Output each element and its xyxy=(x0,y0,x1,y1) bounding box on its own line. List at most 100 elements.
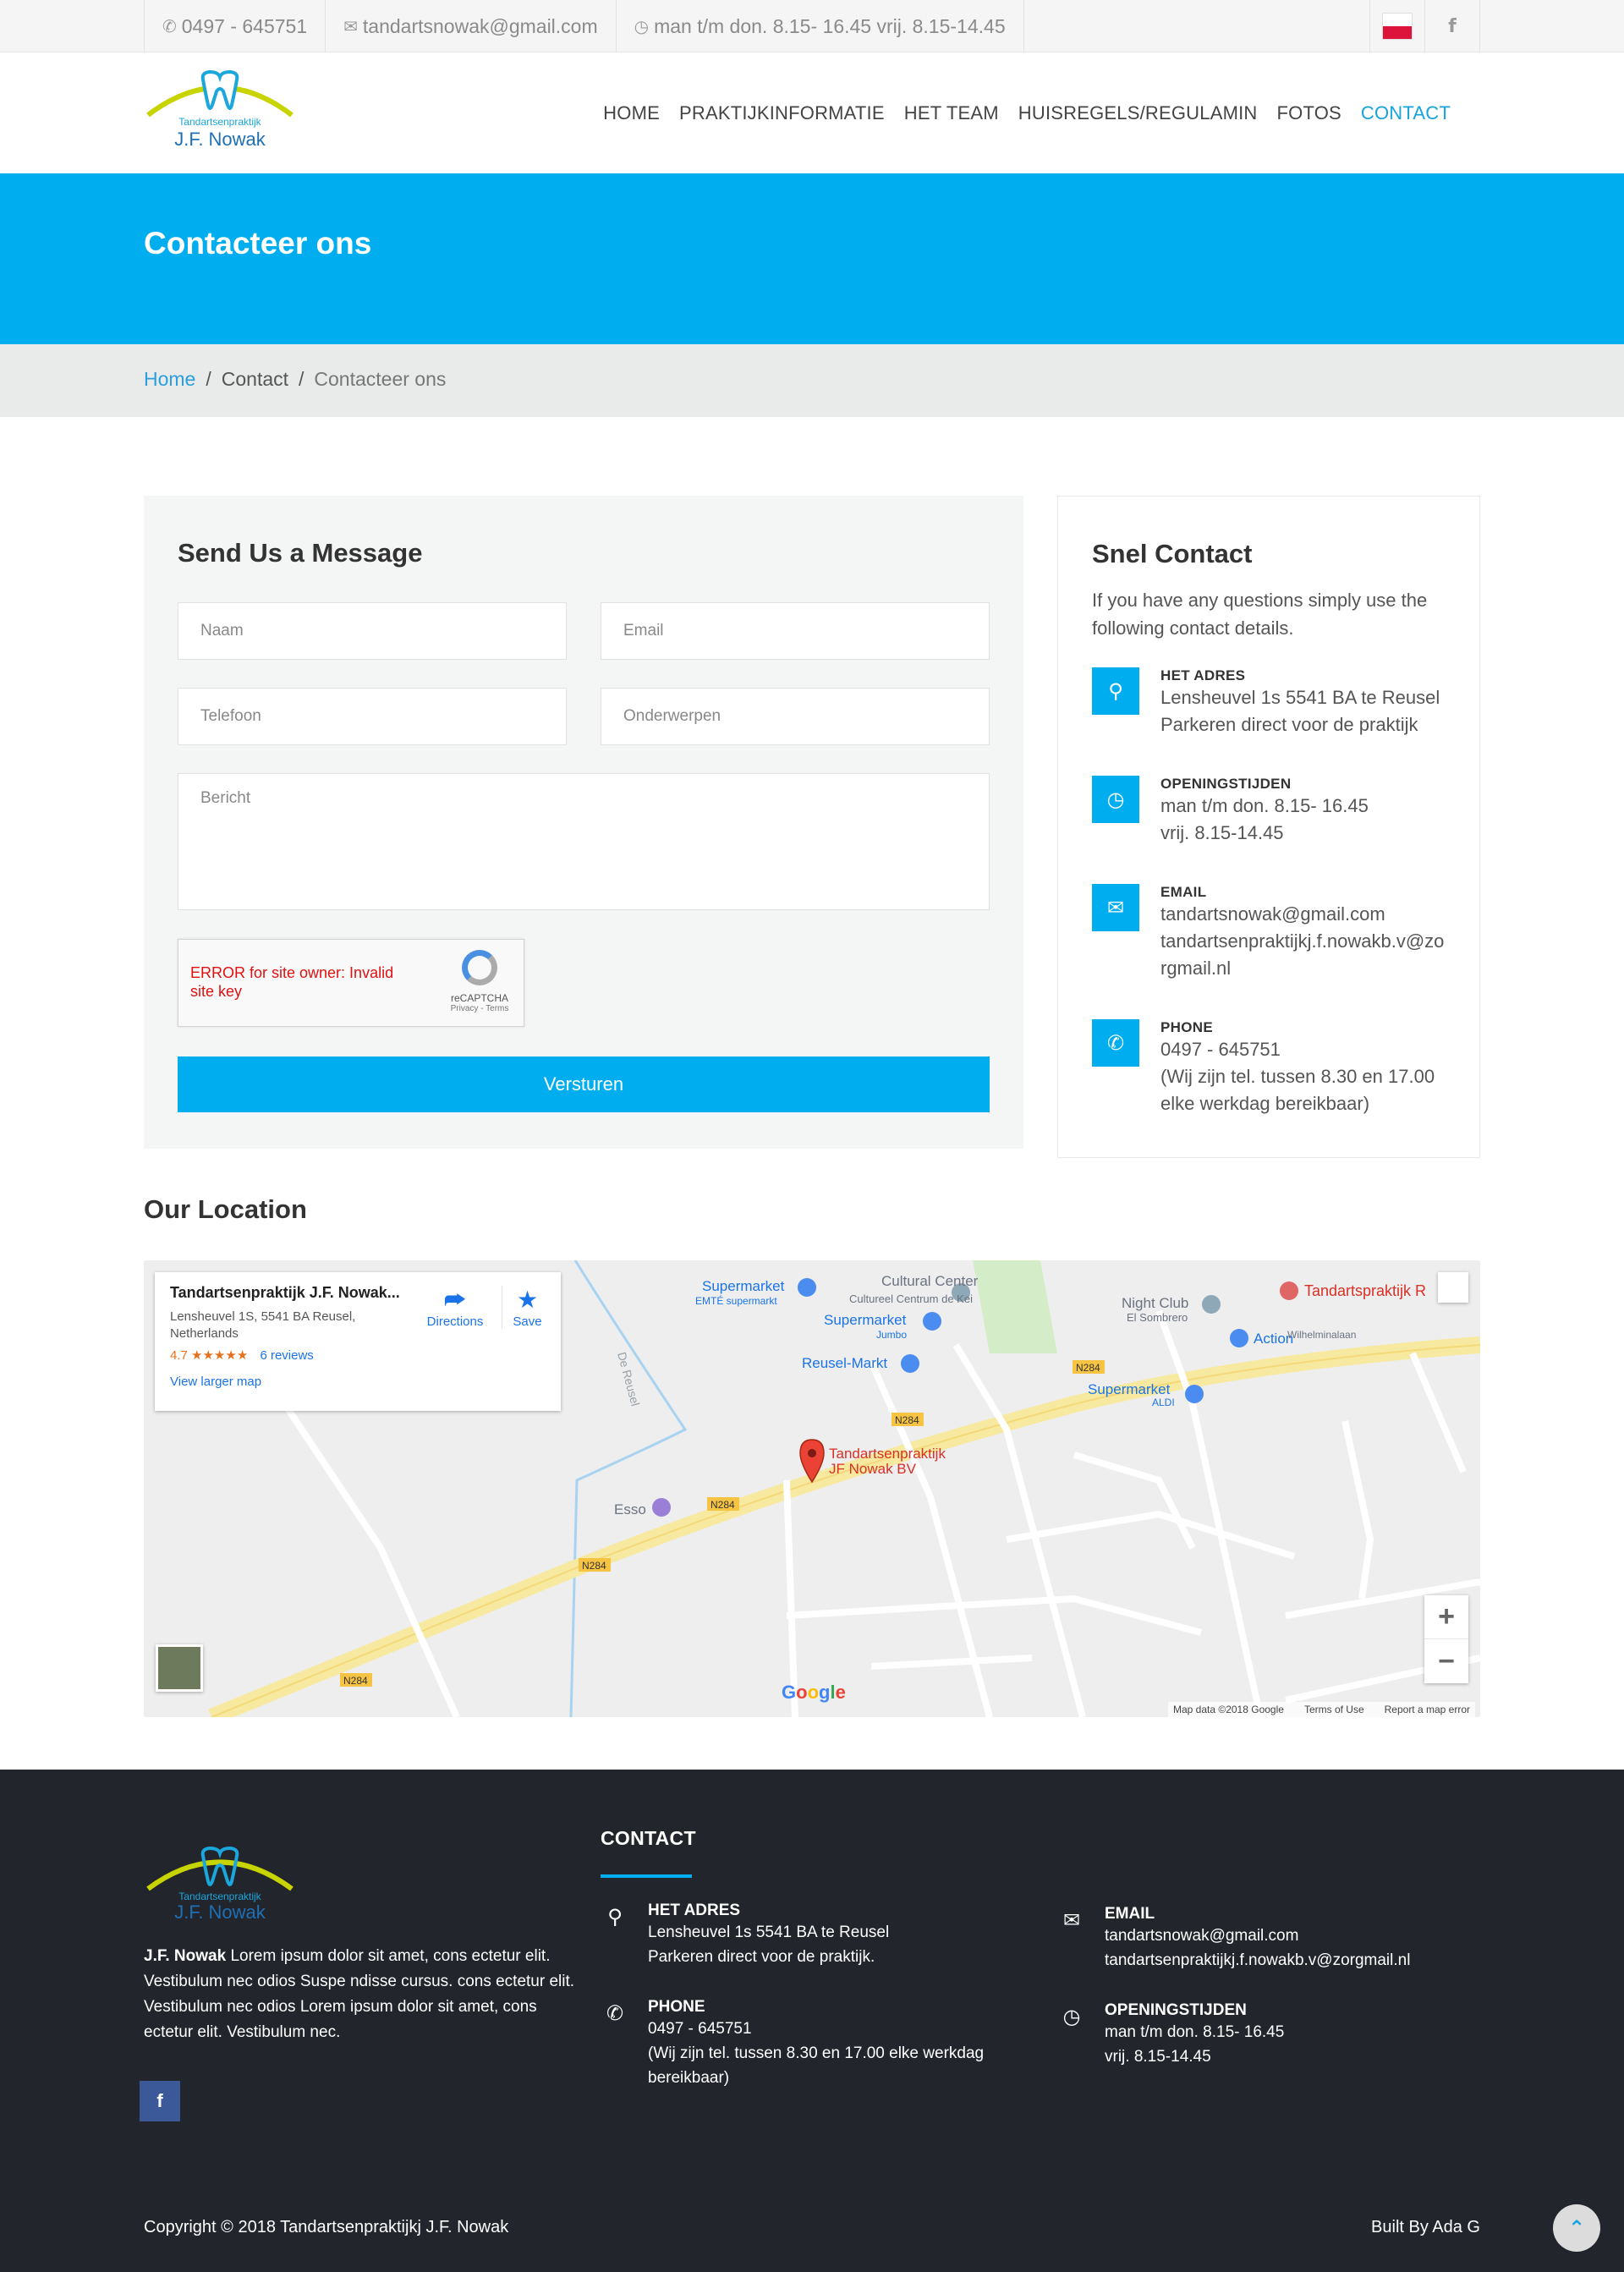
map-data-text: Map data ©2018 Google xyxy=(1173,1704,1284,1715)
email-link[interactable]: tandartsnowak@gmail.com xyxy=(1160,901,1448,928)
svg-text:Tandartsenpraktijk: Tandartsenpraktijk xyxy=(178,116,261,128)
recaptcha-error: ERROR for site owner: Invalid site key xyxy=(190,964,394,1000)
star-icons: ★★★★★ xyxy=(191,1348,249,1363)
phone-icon: ✆ xyxy=(606,2002,624,2025)
recaptcha-widget[interactable]: ERROR for site owner: Invalid site key r… xyxy=(178,939,524,1027)
clock-icon: ◷ xyxy=(634,17,650,36)
street-view-pegman-icon[interactable] xyxy=(1438,1272,1468,1303)
nav-contact[interactable]: CONTACT xyxy=(1361,102,1451,124)
recaptcha-links[interactable]: Privacy - Terms xyxy=(449,1004,510,1013)
phone-note: (Wij zijn tel. tussen 8.30 en 17.00 elke… xyxy=(1160,1066,1435,1114)
breadcrumb-contact[interactable]: Contact xyxy=(222,368,288,391)
footer-contact-title: CONTACT xyxy=(601,1827,696,1849)
zoom-controls: + − xyxy=(1424,1595,1468,1683)
place-address: Lensheuvel 1S, 5541 BA Reusel, Netherlan… xyxy=(170,1309,356,1341)
svg-text:ALDI: ALDI xyxy=(1152,1397,1175,1408)
facebook-link[interactable]: f xyxy=(1425,0,1480,52)
svg-text:El Sombrero: El Sombrero xyxy=(1127,1311,1188,1324)
svg-text:Cultureel Centrum de Kei: Cultureel Centrum de Kei xyxy=(849,1292,973,1305)
zoom-out-button[interactable]: − xyxy=(1424,1639,1468,1683)
envelope-icon: ✉ xyxy=(1062,1909,1081,1932)
terms-link[interactable]: Terms of Use xyxy=(1304,1704,1364,1715)
facebook-icon: f xyxy=(1448,15,1457,37)
address-line: Parkeren direct voor de praktijk xyxy=(1160,714,1418,735)
topbar-hours: ◷ man t/m don. 8.15- 16.45 vrij. 8.15-14.… xyxy=(617,0,1024,52)
nav-home[interactable]: HOME xyxy=(603,102,660,124)
hours-label: OPENINGSTIJDEN xyxy=(1160,776,1292,792)
site-logo[interactable]: Tandartsenpraktijk J.F. Nowak xyxy=(144,64,296,157)
email-input[interactable]: Email xyxy=(601,602,990,660)
recaptcha-icon xyxy=(462,950,497,985)
page-banner: Contacteer ons xyxy=(0,173,1624,344)
quick-contact-intro: If you have any questions simply use the… xyxy=(1092,590,1428,639)
phone-label: PHONE xyxy=(1160,1019,1213,1035)
zoom-in-button[interactable]: + xyxy=(1424,1595,1468,1639)
map-pin-icon: ⚲ xyxy=(1092,667,1139,715)
phone-line[interactable]: 0497 - 645751 xyxy=(1160,1036,1448,1063)
scroll-to-top-button[interactable]: ⌃ xyxy=(1553,2204,1600,2252)
footer-title-underline xyxy=(601,1874,692,1878)
topbar-phone[interactable]: ✆ 0497 - 645751 xyxy=(145,0,326,52)
message-textarea[interactable]: Bericht xyxy=(178,773,990,910)
svg-text:Tandartsenpraktijk: Tandartsenpraktijk xyxy=(829,1446,946,1462)
report-map-error-link[interactable]: Report a map error xyxy=(1385,1704,1470,1715)
svg-text:EMTÉ supermarkt: EMTÉ supermarkt xyxy=(695,1294,777,1307)
envelope-icon: ✉ xyxy=(1092,884,1139,931)
page-title: Contacteer ons xyxy=(144,226,372,261)
breadcrumb-separator: / xyxy=(299,368,304,390)
phone-input[interactable]: Telefoon xyxy=(178,688,567,745)
nav-fotos[interactable]: FOTOS xyxy=(1277,102,1341,124)
name-input[interactable]: Naam xyxy=(178,602,567,660)
svg-text:Esso: Esso xyxy=(614,1501,646,1517)
envelope-icon: ✉ xyxy=(343,17,358,36)
place-title: Tandartsenpraktijk J.F. Nowak... xyxy=(170,1284,400,1301)
quick-contact-panel: Snel Contact If you have any questions s… xyxy=(1057,496,1480,1158)
subject-input[interactable]: Onderwerpen xyxy=(601,688,990,745)
svg-text:Night Club: Night Club xyxy=(1122,1295,1188,1311)
recaptcha-brand: reCAPTCHA xyxy=(450,992,508,1004)
location-title: Our Location xyxy=(144,1194,307,1224)
directions-button[interactable]: ⮫ Directions xyxy=(417,1286,493,1329)
svg-text:Tandartspraktijk R: Tandartspraktijk R xyxy=(1304,1282,1426,1299)
built-by-text: Built By Ada G xyxy=(1371,2218,1480,2236)
google-logo: Google xyxy=(782,1682,846,1703)
map-footer: Map data ©2018 Google Terms of Use Repor… xyxy=(1168,1702,1475,1717)
reviews-link[interactable]: 6 reviews xyxy=(260,1348,313,1363)
svg-text:Supermarket: Supermarket xyxy=(824,1312,907,1328)
svg-text:JF Nowak BV: JF Nowak BV xyxy=(829,1461,917,1477)
breadcrumb: Home / Contact / Contacteer ons xyxy=(0,344,1624,417)
footer-facebook-button[interactable]: f xyxy=(140,2081,180,2121)
language-flag-button[interactable] xyxy=(1370,0,1425,52)
submit-button[interactable]: Versturen xyxy=(178,1056,990,1112)
address-label: HET ADRES xyxy=(1160,667,1246,683)
phone-icon: ✆ xyxy=(1092,1019,1139,1067)
form-title: Send Us a Message xyxy=(178,538,423,568)
polish-flag-icon xyxy=(1382,13,1413,40)
svg-text:N284: N284 xyxy=(582,1560,606,1572)
facebook-icon: f xyxy=(156,2090,163,2111)
star-icon: ★ xyxy=(516,1287,539,1313)
svg-text:Supermarket: Supermarket xyxy=(1088,1381,1171,1397)
topbar-email[interactable]: ✉ tandartsnowak@gmail.com xyxy=(326,0,617,52)
svg-text:Jumbo: Jumbo xyxy=(876,1329,907,1341)
nav-het-team[interactable]: HET TEAM xyxy=(904,102,999,124)
save-button[interactable]: ★ Save xyxy=(502,1286,552,1329)
svg-text:Cultural Center: Cultural Center xyxy=(881,1273,979,1289)
svg-text:J.F. Nowak: J.F. Nowak xyxy=(174,129,266,150)
map-pin-icon: ⚲ xyxy=(607,1906,623,1929)
google-map[interactable]: De Reusel Supermarket EMTÉ supermarkt Su… xyxy=(144,1260,1480,1717)
email-link[interactable]: tandartsenpraktijkj.f.nowakb.v@zorgmail.… xyxy=(1160,928,1448,982)
svg-text:Reusel-Markt: Reusel-Markt xyxy=(802,1355,887,1371)
svg-text:N284: N284 xyxy=(1076,1362,1100,1374)
footer-logo[interactable]: Tandartsenpraktijk J.F. Nowak xyxy=(144,1842,296,1927)
chevron-up-icon: ⌃ xyxy=(1567,2216,1586,2240)
breadcrumb-current: Contacteer ons xyxy=(314,368,447,390)
phone-icon: ✆ xyxy=(162,17,177,36)
breadcrumb-home[interactable]: Home xyxy=(144,368,195,391)
svg-text:J.F. Nowak: J.F. Nowak xyxy=(174,1902,266,1923)
satellite-toggle[interactable] xyxy=(156,1644,203,1692)
copyright-text: Copyright © 2018 Tandartsenpraktijkj J.F… xyxy=(144,2218,509,2236)
view-larger-map-link[interactable]: View larger map xyxy=(170,1375,546,1389)
nav-praktijkinformatie[interactable]: PRAKTIJKINFORMATIE xyxy=(679,102,885,124)
nav-huisregels[interactable]: HUISREGELS/REGULAMIN xyxy=(1018,102,1258,124)
